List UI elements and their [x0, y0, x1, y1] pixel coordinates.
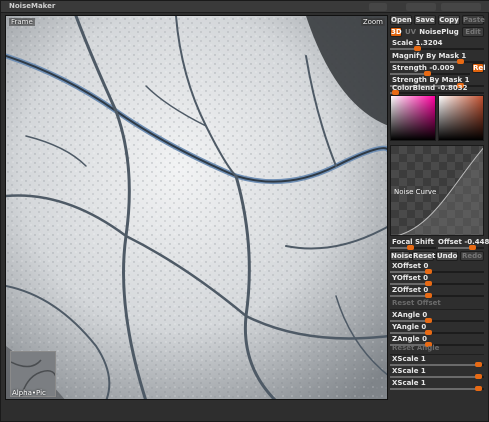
xangle-label: XAngle: [392, 311, 420, 319]
window-title: NoiseMaker: [9, 2, 56, 10]
control-panel: Open Save Copy Paste 3D UV NoisePlug Edi…: [390, 15, 489, 419]
undo-button[interactable]: Undo: [436, 251, 458, 261]
zoom-button[interactable]: Zoom: [360, 18, 385, 26]
xscale-slider[interactable]: XScale 1: [390, 355, 484, 367]
noiseplug-button[interactable]: NoisePlug: [418, 27, 460, 37]
offset-value: -0.448: [464, 238, 489, 246]
zangle-label: ZAngle: [392, 335, 420, 343]
open-button[interactable]: Open: [390, 15, 412, 25]
yangle-fill: [390, 332, 430, 334]
frame-button[interactable]: Frame: [9, 18, 35, 26]
zscale-value: 1: [420, 379, 426, 387]
xoffset-slider[interactable]: XOffset 0: [390, 262, 484, 274]
colorblend-slider[interactable]: ColorBlend -0.8032: [390, 84, 484, 95]
yscale-fill: [390, 376, 480, 378]
offset-label: Offset: [438, 238, 462, 246]
titlebar-ghost-button: [369, 3, 387, 11]
yscale-value: 1: [420, 367, 426, 375]
scale-slider[interactable]: Scale 1.3204: [390, 39, 484, 51]
cracked-surface-preview: [6, 16, 387, 399]
xscale-label: XScale: [392, 355, 419, 363]
mode-uv-button[interactable]: UV: [404, 27, 416, 37]
noise-curve-editor[interactable]: Noise Curve: [390, 145, 484, 236]
reset-offset-button[interactable]: Reset Offset: [392, 299, 441, 307]
yangle-label: YAngle: [392, 323, 419, 331]
zoffset-label: ZOffset: [392, 286, 421, 294]
rel-button[interactable]: Rel: [472, 63, 486, 73]
yoffset-label: YOffset: [392, 274, 421, 282]
yscale-label: XScale: [392, 367, 419, 375]
copy-button[interactable]: Copy: [438, 15, 460, 25]
zoffset-knob[interactable]: [425, 293, 433, 298]
strength-mask-value: 1: [464, 76, 470, 84]
magnify-by-mask-slider[interactable]: Magnify By Mask 1: [390, 52, 484, 64]
noisemaker-window: NoiseMaker Frame Zoom Alpha•Pic Open Sav…: [0, 0, 489, 422]
reset-angle-button[interactable]: Reset Angle: [392, 344, 439, 352]
yoffset-slider[interactable]: YOffset 0: [390, 274, 484, 286]
strength-slider[interactable]: Strength -0.009: [390, 64, 470, 76]
noise-curve-button[interactable]: Noise: [390, 251, 413, 261]
noise-curve-label: Noise Curve: [394, 188, 437, 196]
zscale-label: XScale: [392, 379, 419, 387]
mode-3d-button[interactable]: 3D: [390, 27, 402, 37]
strength-fill: [390, 73, 429, 75]
offset-knob[interactable]: [468, 245, 476, 250]
strength-mask-label: Strength By Mask: [392, 76, 463, 84]
color-picker-left[interactable]: [390, 95, 436, 141]
magnify-label: Magnify By Mask: [392, 52, 459, 60]
noise-preview-canvas[interactable]: Frame Zoom Alpha•Pic: [5, 15, 388, 400]
strength-value: -0.009: [429, 64, 455, 72]
save-button[interactable]: Save: [414, 15, 436, 25]
titlebar-ghost-button: [406, 3, 436, 11]
magnify-fill: [390, 61, 461, 63]
yangle-slider[interactable]: YAngle 0: [390, 323, 484, 335]
xoffset-fill: [390, 271, 430, 273]
zoffset-slider[interactable]: ZOffset 0: [390, 286, 484, 298]
offset-slider[interactable]: Offset -0.448: [438, 238, 489, 250]
yscale-slider[interactable]: XScale 1: [390, 367, 484, 379]
zscale-fill: [390, 388, 480, 390]
zscale-knob[interactable]: [475, 386, 483, 391]
zoffset-fill: [390, 295, 430, 297]
focal-shift-slider[interactable]: Focal Shift: [390, 238, 436, 250]
scale-label: Scale: [392, 39, 414, 47]
xscale-value: 1: [420, 355, 426, 363]
divider: [390, 309, 484, 310]
alpha-label: Alpha•Pic: [12, 389, 46, 397]
color-picker-right[interactable]: [438, 95, 484, 141]
xangle-slider[interactable]: XAngle 0: [390, 311, 484, 323]
zscale-slider[interactable]: XScale 1: [390, 379, 484, 391]
xangle-fill: [390, 320, 430, 322]
colorblend-value: -0.8032: [437, 84, 468, 92]
title-bar: NoiseMaker: [1, 1, 489, 13]
xoffset-label: XOffset: [392, 262, 422, 270]
focal-knob[interactable]: [406, 245, 414, 250]
strength-label: Strength: [392, 64, 427, 72]
offset-fill: [438, 247, 473, 249]
scale-knob[interactable]: [414, 46, 422, 51]
edit-button[interactable]: Edit: [462, 27, 484, 37]
redo-button[interactable]: Redo: [460, 251, 484, 261]
yoffset-fill: [390, 283, 430, 285]
paste-button[interactable]: Paste: [462, 15, 485, 25]
xscale-fill: [390, 364, 480, 366]
reset-curve-button[interactable]: Reset: [412, 251, 435, 261]
titlebar-ghost-button: [441, 3, 481, 11]
